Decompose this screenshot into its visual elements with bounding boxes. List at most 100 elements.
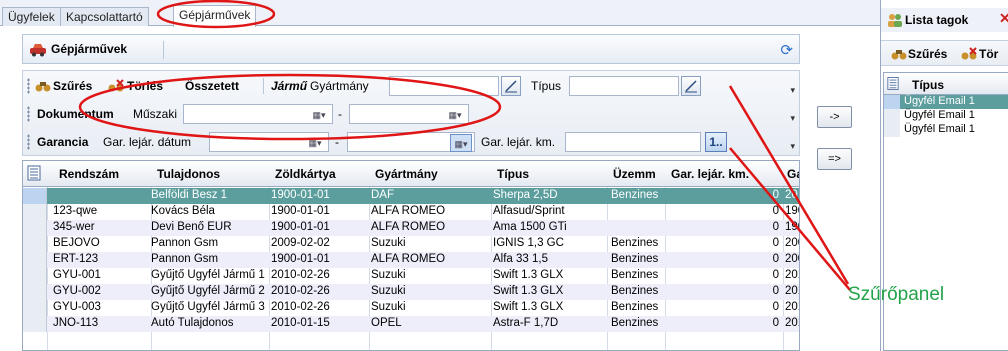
muszaki-date-to[interactable]: ▦▾ <box>349 104 469 124</box>
calendar-dropdown-icon[interactable]: ▦▾ <box>308 106 330 124</box>
binoculars-icon <box>35 82 51 92</box>
table-cell: 0 <box>772 205 779 217</box>
table-cell: Autó Tulajdonos <box>151 317 234 329</box>
tab-ugyfelek[interactable]: Ügyfelek <box>2 7 61 26</box>
gyartmany-input[interactable] <box>389 76 499 96</box>
table-cell: 0 <box>772 285 779 297</box>
range-dash: - <box>335 135 339 149</box>
table-cell: Suzuki <box>371 237 406 249</box>
move-all-button[interactable]: => <box>817 148 852 170</box>
column-chooser-icon[interactable] <box>887 76 899 91</box>
table-row[interactable]: GYÜ-003 Gyűjtő Ügyfél Jármű 3 2010-02-26 Su… <box>23 300 799 316</box>
gyartmany-edit-button[interactable] <box>501 76 521 96</box>
calendar-dropdown-icon[interactable]: ▦▾ <box>444 106 466 124</box>
table-row[interactable]: GYÜ-002 Gyűjtő Ügyfél Jármű 2 2010-02-26 Su… <box>23 284 799 300</box>
refresh-icon[interactable]: ⟳ <box>780 41 793 59</box>
list-item[interactable]: Ügyfél Email 1 <box>884 109 1008 123</box>
annotation-label: Szűrőpanel <box>848 284 945 305</box>
filter-panel: Szűrés Törlés Összetett Jármű Gyártmány … <box>22 70 800 156</box>
table-row[interactable]: Belföldi Besz 1 1900-01-01 DAF Sherpa 2,5D B… <box>23 188 799 204</box>
table-cell: GYÜ-002 <box>53 285 101 297</box>
table-cell: IGNIS 1,3 GC <box>493 237 564 249</box>
table-row[interactable]: 123-qwe Kovács Béla 1900-01-01 ALFA ROMEO Al… <box>23 204 799 220</box>
right-col-tipus[interactable]: Típus <box>912 78 944 92</box>
toolbar-overflow-icon[interactable]: ▾ <box>790 85 795 96</box>
right-torles-button[interactable]: Tör <box>979 47 998 61</box>
row-selector[interactable] <box>23 284 47 300</box>
calendar-dropdown-icon[interactable]: ▦▾ <box>304 134 326 152</box>
move-selected-button[interactable]: -> <box>817 106 852 128</box>
table-row[interactable]: GYÜ-001 Gyűjtő Ügyfél Jármű 1 2010-02-26 Su… <box>23 268 799 284</box>
row-selector[interactable] <box>23 204 47 220</box>
table-cell: OPEL <box>371 317 402 329</box>
list-item-label: Ügyfél Email 1 <box>904 109 975 121</box>
divider <box>163 41 164 59</box>
torles-button[interactable]: Törlés <box>127 79 163 93</box>
table-row[interactable]: BEJOVO Pannon Gsm 2009-02-02 Suzuki IGNIS 1,… <box>23 236 799 252</box>
col-tipus[interactable]: Típus <box>497 167 529 181</box>
col-zoldkartya[interactable]: Zöldkártya <box>275 167 336 181</box>
tab-kapcsolattarto[interactable]: Kapcsolattartó <box>60 7 149 26</box>
tipus-edit-button[interactable] <box>681 76 701 96</box>
table-cell: 201 <box>785 301 799 313</box>
tipus-input[interactable] <box>569 76 679 96</box>
table-cell: Benzines <box>611 301 659 313</box>
right-szures-button[interactable]: Szűrés <box>908 47 947 61</box>
row-selector[interactable] <box>23 188 47 204</box>
filter-row-jarmu: Szűrés Törlés Összetett Jármű Gyártmány … <box>23 73 801 99</box>
table-cell: Benzines <box>611 189 659 201</box>
page-title: Gépjárművek <box>51 42 128 56</box>
col-gyartmany[interactable]: Gyártmány <box>375 167 438 181</box>
row-selector[interactable] <box>23 268 47 284</box>
table-row[interactable]: JNO-113 Autó Tulajdonos 2010-01-15 OPEL Astr… <box>23 316 799 332</box>
table-cell: Astra-F 1,7D <box>493 317 559 329</box>
table-cell: 0 <box>772 253 779 265</box>
grip-handle[interactable] <box>27 78 30 94</box>
col-gar-lejar-km[interactable]: Gar. lejár. km. <box>671 167 749 181</box>
table-cell: GYÜ-003 <box>53 301 101 313</box>
table-cell: Swift 1.3 GLX <box>493 285 564 297</box>
gar-datum-to[interactable]: ▦▾ <box>347 132 475 152</box>
col-tulajdonos[interactable]: Tulajdonos <box>157 167 220 181</box>
gar-lejar-km-label: Gar. lejár. km. <box>481 135 556 149</box>
table-cell: Kovács Béla <box>151 205 215 217</box>
col-uzemm[interactable]: Üzemm <box>613 167 656 181</box>
muszaki-date-from[interactable]: ▦▾ <box>183 104 333 124</box>
osszetett-button[interactable]: Összetett <box>185 79 239 93</box>
table-row[interactable]: 345-wer Devi Benő EUR 1900-01-01 ALFA ROMEO… <box>23 220 799 236</box>
col-rendszam[interactable]: Rendszám <box>59 167 119 181</box>
table-cell: 2010-01-15 <box>271 317 330 329</box>
right-grid-header: Típus <box>884 73 1008 95</box>
row-selector[interactable] <box>23 316 47 332</box>
tab-gepjarmuvek[interactable]: Gépjárművek <box>173 5 257 27</box>
row-selector[interactable] <box>23 252 47 268</box>
toolbar-overflow-icon[interactable]: ▾ <box>790 113 795 124</box>
row-selector[interactable] <box>23 300 47 316</box>
table-row[interactable]: ERT-123 Pannon Gsm 1900-01-01 ALFA ROMEO Alf… <box>23 252 799 268</box>
gar-km-input[interactable] <box>565 132 701 152</box>
toolbar-overflow-icon[interactable]: ▾ <box>790 141 795 152</box>
table-cell: 20 <box>785 189 798 201</box>
close-icon[interactable]: ✕ <box>999 10 1008 27</box>
numeric-range-button[interactable]: 1.. <box>705 132 727 152</box>
row-selector[interactable] <box>23 220 47 236</box>
table-cell: Swift 1.3 GLX <box>493 301 564 313</box>
table-cell: ERT-123 <box>53 253 99 265</box>
table-cell: JNO-113 <box>53 317 99 329</box>
row-selector[interactable] <box>23 236 47 252</box>
table-cell: ALFA ROMEO <box>371 253 446 265</box>
table-cell: Gyűjtő Ügyfél Jármű 2 <box>151 285 265 297</box>
list-item[interactable]: Ügyfél Email 1 <box>884 95 1008 109</box>
table-cell: 123-qwe <box>53 205 98 217</box>
list-item-label: Ügyfél Email 1 <box>904 123 975 135</box>
grip-handle[interactable] <box>27 134 30 150</box>
gar-datum-from[interactable]: ▦▾ <box>209 132 329 152</box>
list-item[interactable]: Ügyfél Email 1 <box>884 123 1008 137</box>
table-cell: DAF <box>371 189 394 201</box>
column-chooser-icon[interactable] <box>27 165 41 181</box>
col-ga[interactable]: Ga <box>787 167 799 181</box>
grip-handle[interactable] <box>27 106 30 122</box>
table-cell: 201 <box>785 269 799 281</box>
calendar-dropdown-icon[interactable]: ▦▾ <box>450 134 472 152</box>
szures-button[interactable]: Szűrés <box>53 79 92 93</box>
